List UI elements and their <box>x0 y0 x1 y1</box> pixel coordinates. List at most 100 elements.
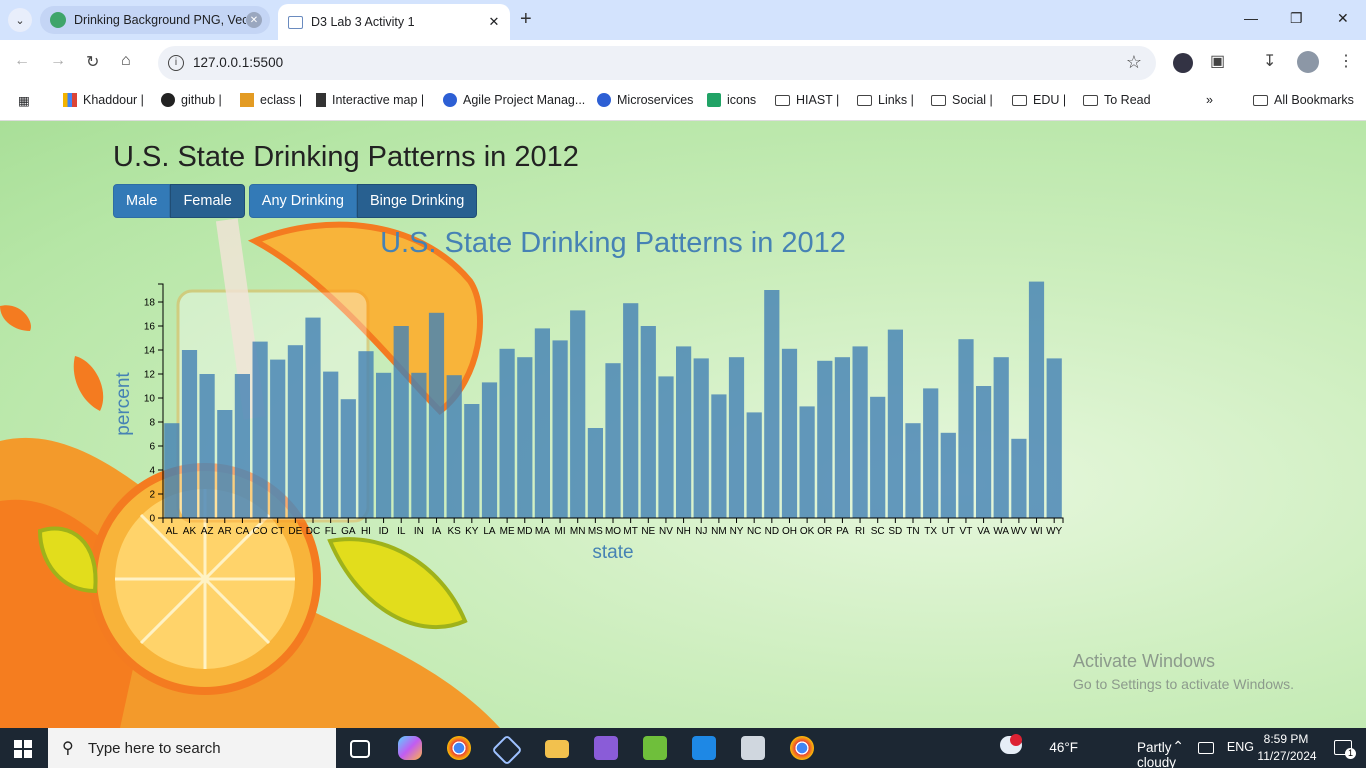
bar-in[interactable] <box>411 372 427 518</box>
task-view-icon[interactable] <box>350 740 370 758</box>
bar-ut[interactable] <box>940 432 956 518</box>
bar-nv[interactable] <box>658 376 674 518</box>
bookmark-star-icon[interactable]: ☆ <box>1126 52 1142 73</box>
bar-mt[interactable] <box>623 303 639 518</box>
bar-ma[interactable] <box>534 328 550 518</box>
bar-nj[interactable] <box>693 358 709 518</box>
bar-co[interactable] <box>252 341 268 518</box>
bar-hi[interactable] <box>358 351 374 518</box>
bar-nd[interactable] <box>764 290 780 518</box>
bar-ca[interactable] <box>234 374 250 518</box>
chrome-icon[interactable] <box>447 736 471 760</box>
tray-expand-icon[interactable]: ⌃ <box>1172 738 1184 755</box>
bar-ne[interactable] <box>640 326 656 518</box>
remote-desktop-icon[interactable] <box>741 736 765 760</box>
close-tab-icon[interactable]: ✕ <box>246 12 262 28</box>
bar-nc[interactable] <box>746 412 762 518</box>
bar-az[interactable] <box>199 374 215 518</box>
forward-icon[interactable]: → <box>50 52 66 70</box>
bookmark-folder-hiast[interactable]: HIAST | <box>775 93 839 107</box>
copilot-icon[interactable] <box>398 736 422 760</box>
bar-nh[interactable] <box>676 346 692 518</box>
bar-ms[interactable] <box>587 428 603 518</box>
download-icon[interactable]: ↧ <box>1263 51 1276 71</box>
bar-ia[interactable] <box>428 312 445 518</box>
vscode-icon[interactable] <box>692 736 716 760</box>
bookmark-folder-to-read[interactable]: To Read <box>1083 93 1151 107</box>
bar-me[interactable] <box>499 348 515 518</box>
bookmark-khaddour[interactable]: Khaddour | <box>63 93 144 107</box>
snipping-icon[interactable] <box>643 736 667 760</box>
file-explorer-icon[interactable] <box>545 740 569 758</box>
bar-wa[interactable] <box>993 357 1009 518</box>
bar-ga[interactable] <box>340 399 356 518</box>
bar-ky[interactable] <box>464 404 480 518</box>
bar-tx[interactable] <box>923 388 939 518</box>
bookmark-github[interactable]: github | <box>161 93 222 107</box>
avatar[interactable] <box>1297 51 1319 73</box>
new-tab-icon[interactable]: + <box>520 8 532 31</box>
taskbar-search[interactable]: ⚲ Type here to search <box>48 728 336 768</box>
tab-d3-lab[interactable]: D3 Lab 3 Activity 1 ✕ <box>278 4 510 40</box>
close-window-icon[interactable]: ✕ <box>1337 10 1349 27</box>
bookmark-folder-social[interactable]: Social | <box>931 93 993 107</box>
bar-mi[interactable] <box>552 340 568 518</box>
bar-oh[interactable] <box>781 348 798 518</box>
chrome-icon[interactable] <box>790 736 814 760</box>
bar-wv[interactable] <box>1011 438 1027 518</box>
bar-sd[interactable] <box>887 329 903 518</box>
bar-ri[interactable] <box>852 346 868 518</box>
bookmark-folder-edu[interactable]: EDU | <box>1012 93 1066 107</box>
bar-de[interactable] <box>287 345 303 518</box>
bar-ok[interactable] <box>799 406 815 518</box>
visual-studio-icon[interactable] <box>594 736 618 760</box>
bookmark-folder-links[interactable]: Links | <box>857 93 914 107</box>
windows-start-icon[interactable] <box>14 740 32 758</box>
minimize-icon[interactable]: — <box>1244 10 1258 26</box>
bar-vt[interactable] <box>958 339 974 518</box>
bookmark-microservices[interactable]: Microservices <box>597 93 693 107</box>
clock-date[interactable]: 11/27/2024 <box>1252 749 1322 763</box>
menu-icon[interactable]: ⋮ <box>1338 51 1354 71</box>
bar-or[interactable] <box>817 360 833 518</box>
tab-search-button[interactable]: ⌄ <box>8 8 32 32</box>
profile-extension-icon[interactable] <box>1173 53 1193 73</box>
home-icon[interactable]: ⌂ <box>121 52 131 70</box>
bookmark-interactive-map[interactable]: Interactive map | <box>316 93 424 107</box>
reload-icon[interactable]: ↻ <box>86 52 99 72</box>
bar-la[interactable] <box>481 382 498 518</box>
bar-va[interactable] <box>976 386 992 518</box>
bar-md[interactable] <box>517 357 533 518</box>
bar-al[interactable] <box>164 423 180 518</box>
bar-sc[interactable] <box>870 396 886 518</box>
tab-drinking-background[interactable]: Drinking Background PNG, Vect ✕ <box>40 6 270 34</box>
bar-ar[interactable] <box>217 410 233 518</box>
all-bookmarks-button[interactable]: All Bookmarks <box>1253 93 1354 107</box>
bar-wi[interactable] <box>1028 281 1045 518</box>
bookmark-icons[interactable]: icons <box>707 93 756 107</box>
bar-nm[interactable] <box>711 394 727 518</box>
bar-il[interactable] <box>393 326 409 518</box>
bookmark-agile[interactable]: Agile Project Manag... <box>443 93 585 107</box>
bar-ak[interactable] <box>181 350 198 518</box>
extensions-icon[interactable]: ▣ <box>1210 51 1225 71</box>
bar-id[interactable] <box>376 372 392 518</box>
more-bookmarks-icon[interactable]: » <box>1206 93 1213 107</box>
site-info-icon[interactable]: i <box>168 55 184 71</box>
back-icon[interactable]: ← <box>14 52 30 70</box>
bar-fl[interactable] <box>323 371 339 518</box>
bar-tn[interactable] <box>905 423 921 518</box>
virtualbox-icon[interactable] <box>491 734 523 766</box>
bookmark-eclass[interactable]: eclass | <box>240 93 302 107</box>
bar-ct[interactable] <box>270 359 286 518</box>
apps-icon[interactable]: ▦ <box>18 93 30 108</box>
battery-icon[interactable] <box>1198 742 1214 754</box>
bar-pa[interactable] <box>834 357 850 518</box>
language-indicator[interactable]: ENG <box>1227 740 1254 754</box>
bar-dc[interactable] <box>305 317 321 518</box>
bar-wy[interactable] <box>1046 358 1062 518</box>
bar-mo[interactable] <box>605 363 621 518</box>
bar-ks[interactable] <box>446 375 462 518</box>
bar-mn[interactable] <box>570 310 586 518</box>
close-tab-icon[interactable]: ✕ <box>486 14 502 30</box>
